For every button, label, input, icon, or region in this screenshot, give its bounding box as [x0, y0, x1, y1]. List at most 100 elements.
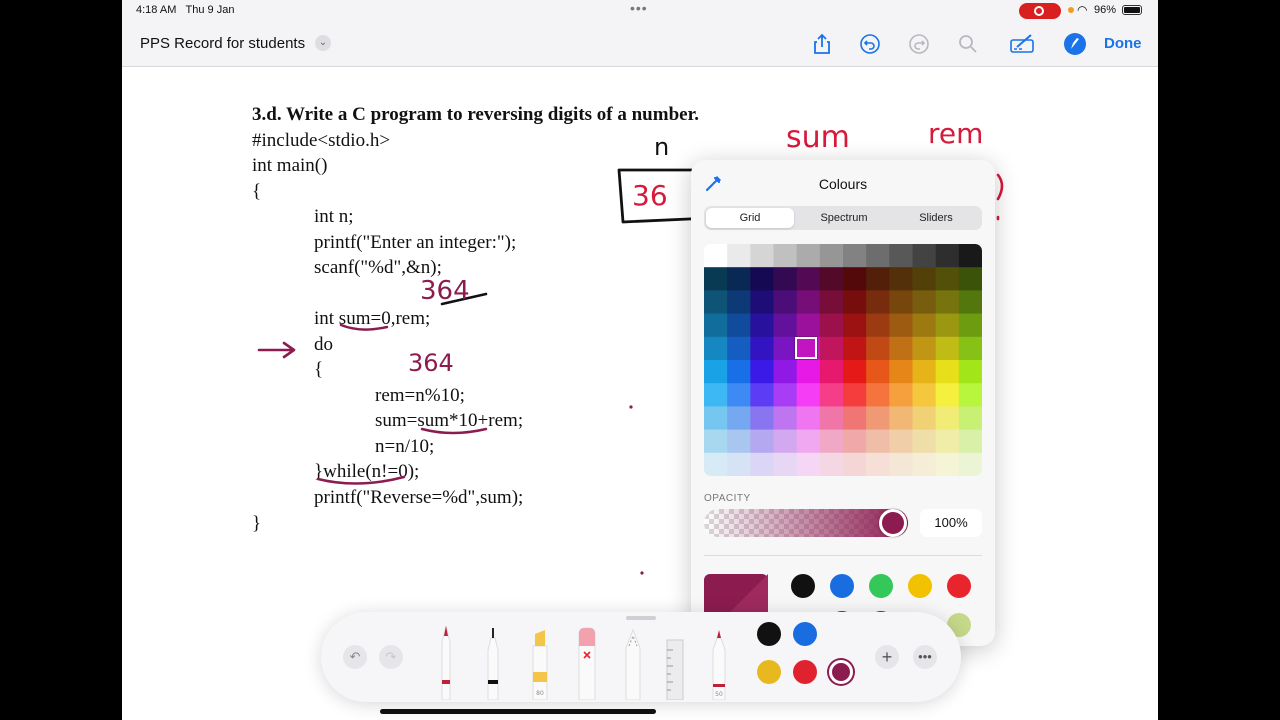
grid-cell[interactable] — [843, 244, 867, 268]
grid-cell[interactable] — [819, 244, 844, 268]
highlighter-tool-icon[interactable]: 80 — [526, 620, 554, 700]
grid-cell[interactable] — [704, 360, 728, 384]
grid-cell[interactable] — [958, 360, 982, 384]
grid-cell[interactable] — [958, 406, 982, 431]
grid-cell[interactable] — [889, 452, 913, 476]
grid-cell[interactable] — [727, 360, 751, 384]
grid-cell[interactable] — [819, 406, 844, 431]
grid-cell[interactable] — [958, 313, 982, 338]
grid-cell[interactable] — [843, 290, 867, 315]
tab-grid[interactable]: Grid — [706, 208, 794, 228]
grid-cell[interactable] — [727, 267, 751, 291]
grid-cell[interactable] — [912, 336, 937, 361]
grid-cell[interactable] — [796, 406, 821, 431]
search-icon[interactable] — [956, 32, 980, 56]
grid-cell[interactable] — [866, 244, 890, 268]
grid-cell[interactable] — [819, 336, 844, 361]
grid-cell[interactable] — [935, 244, 960, 268]
grid-cell[interactable] — [912, 429, 937, 454]
screen-recording-icon[interactable] — [1019, 3, 1061, 19]
grid-cell[interactable] — [866, 360, 890, 384]
grid-cell[interactable] — [935, 383, 960, 407]
swatch-blue[interactable] — [830, 574, 854, 598]
grid-cell[interactable] — [796, 452, 821, 476]
grid-cell[interactable] — [958, 267, 982, 291]
grid-cell[interactable] — [889, 360, 913, 384]
grid-cell[interactable] — [750, 452, 774, 476]
grid-cell[interactable] — [819, 360, 844, 384]
grid-cell[interactable] — [866, 406, 890, 431]
grid-cell[interactable] — [727, 313, 751, 338]
opacity-value[interactable]: 100% — [920, 509, 982, 537]
grid-cell[interactable] — [704, 383, 728, 407]
grid-cell[interactable] — [843, 406, 867, 431]
swatch-red[interactable] — [947, 574, 971, 598]
grid-cell[interactable] — [796, 360, 821, 384]
grid-cell[interactable] — [889, 406, 913, 431]
grid-cell[interactable] — [773, 267, 798, 291]
grid-cell[interactable] — [796, 267, 821, 291]
grid-cell[interactable] — [704, 313, 728, 338]
grid-cell[interactable] — [819, 267, 844, 291]
grid-cell[interactable] — [750, 429, 774, 454]
grid-cell[interactable] — [912, 360, 937, 384]
grid-cell[interactable] — [866, 290, 890, 315]
grid-cell[interactable] — [727, 429, 751, 454]
tab-sliders[interactable]: Sliders — [892, 208, 980, 228]
redo-icon[interactable] — [907, 32, 931, 56]
markup-icon[interactable] — [1009, 32, 1034, 56]
grid-cell[interactable] — [912, 406, 937, 431]
grid-cell[interactable] — [843, 267, 867, 291]
grid-cell[interactable] — [866, 429, 890, 454]
grid-cell[interactable] — [773, 360, 798, 384]
grid-cell[interactable] — [819, 452, 844, 476]
grid-cell[interactable] — [819, 313, 844, 338]
ruler-tool-icon[interactable] — [661, 620, 689, 700]
grid-cell[interactable] — [750, 360, 774, 384]
undo-icon[interactable] — [858, 32, 882, 56]
grid-cell[interactable] — [912, 313, 937, 338]
grid-cell[interactable] — [796, 244, 821, 268]
home-indicator[interactable] — [380, 709, 656, 714]
share-icon[interactable] — [810, 32, 834, 56]
toolbar-swatch-blue[interactable] — [793, 622, 817, 646]
grid-cell[interactable] — [958, 244, 982, 268]
grid-cell[interactable] — [843, 383, 867, 407]
toolbar-undo-icon[interactable]: ↶ — [343, 645, 367, 669]
grid-cell[interactable] — [750, 244, 774, 268]
grid-cell[interactable] — [727, 452, 751, 476]
grid-cell[interactable] — [796, 429, 821, 454]
grid-cell[interactable] — [958, 336, 982, 361]
grid-cell[interactable] — [935, 406, 960, 431]
pen-tool-icon[interactable] — [432, 620, 460, 700]
grid-cell[interactable] — [889, 383, 913, 407]
grid-cell[interactable] — [889, 336, 913, 361]
grid-cell[interactable] — [727, 383, 751, 407]
grid-cell[interactable] — [912, 383, 937, 407]
grid-cell[interactable] — [843, 336, 867, 361]
swatch-yellow[interactable] — [908, 574, 932, 598]
more-options-icon[interactable]: ••• — [913, 645, 937, 669]
grid-cell[interactable] — [796, 383, 821, 407]
grid-cell[interactable] — [704, 452, 728, 476]
grid-cell[interactable] — [727, 336, 751, 361]
grid-cell[interactable] — [912, 267, 937, 291]
opacity-slider[interactable] — [704, 509, 908, 537]
grid-cell[interactable] — [750, 336, 774, 361]
grid-cell[interactable] — [704, 336, 728, 361]
grid-cell[interactable] — [819, 429, 844, 454]
grid-cell[interactable] — [773, 452, 798, 476]
grid-cell[interactable] — [843, 452, 867, 476]
grid-cell[interactable] — [935, 290, 960, 315]
grid-cell[interactable] — [866, 336, 890, 361]
grid-cell[interactable] — [843, 313, 867, 338]
grid-cell[interactable] — [819, 290, 844, 315]
crayon-tool-icon[interactable]: 50 — [705, 620, 733, 700]
swatch-black[interactable] — [791, 574, 815, 598]
colour-grid[interactable] — [704, 244, 982, 476]
grid-cell[interactable] — [727, 244, 751, 268]
tab-spectrum[interactable]: Spectrum — [800, 208, 888, 228]
grid-cell[interactable] — [935, 360, 960, 384]
grid-cell[interactable] — [704, 290, 728, 315]
multitask-dots[interactable]: ••• — [630, 0, 648, 16]
